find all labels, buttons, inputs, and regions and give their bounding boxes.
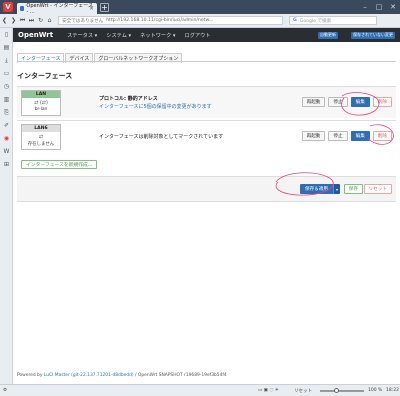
search-field[interactable]: G Google で検索 [289,16,377,25]
reload-icon[interactable]: ↻ [36,17,45,24]
url-text: http://192.168.10.11/cgi-bin/luci/admin/… [106,18,214,23]
maximize-icon[interactable]: □ [372,0,386,14]
interface-badge-lan6: LAN6 ⇄ 存在しません [21,124,61,150]
save-apply-button[interactable]: 保存＆適用 [300,184,333,194]
chevron-down-icon[interactable]: ▾ [333,184,340,194]
interface-protocol: プロトコル: 静的アドレス [99,96,158,102]
restart-button[interactable]: 再起動 [301,97,326,107]
interface-info: インターフェースは削除対象としてマークされています [99,133,223,140]
bookmarks-icon[interactable]: ▯ [0,28,13,41]
status-icons: ▭ ▣ ◌ ☀ [258,388,279,393]
url-security-label: 安全ではありません [62,18,104,24]
google-icon: G [293,18,297,23]
browser-sidebar: ▯ ▤ ⤓ ▭ ◷ ▥ ⎘ ✐ ◉ W ⊞ [0,28,13,384]
menu-logout[interactable]: ログアウト [185,32,211,39]
interface-device: br-lan [34,107,48,112]
add-interface-button[interactable]: インターフェースを新規作成... [21,160,98,169]
page-title: インターフェース [17,72,73,80]
browser-statusbar: ⚙ ▭ ▣ ◌ ☀ リセット 100 % 18:22 [0,384,400,396]
interfaces-table: LAN ⇄ (⇄) br-lan プロトコル: 静的アドレス インターフェースに… [17,86,396,152]
page-footer: Powered by LuCI Master (git-22.137.71201… [17,373,227,378]
new-tab-button[interactable]: + [100,2,109,12]
history-icon[interactable]: ◷ [0,80,13,93]
refresh-badge[interactable]: 自動更新 [318,31,338,39]
close-window-icon[interactable]: ✕ [386,0,400,14]
brand-logo[interactable]: OpenWrt [18,31,53,39]
settings-icon[interactable]: ⚙ [3,388,7,393]
reset-button[interactable]: リセット [363,184,392,194]
zoom-slider[interactable] [320,390,364,392]
edit-button[interactable]: 編集 [350,97,370,107]
menu-network[interactable]: ネットワーク ▾ [140,32,175,39]
footer-prefix: Powered by [17,373,44,378]
edit-button[interactable]: 編集 [350,131,370,141]
network-port-icon: ⇄ [38,134,44,140]
web-panel-icon[interactable]: W [0,145,13,158]
vivaldi-panel-icon[interactable]: ◉ [0,132,13,145]
reset-zoom-label[interactable]: リセット [294,388,312,394]
minimize-icon[interactable]: – [358,0,372,14]
back-icon[interactable]: ❮ [0,17,9,24]
zoom-level: 100 % [368,388,383,393]
footer-version: / OpenWrt SNAPSHOT r19689-19ef3b54f4 [133,373,227,378]
clock: 18:22 [386,388,399,393]
stop-button[interactable]: 停止 [328,97,348,107]
search-placeholder: Google で検索 [299,18,332,24]
window-controls: – □ ✕ [358,0,400,14]
capture-icon[interactable]: ✐ [0,119,13,132]
home-icon[interactable]: ⌂ [45,17,54,24]
restart-button[interactable]: 再起動 [301,131,326,141]
openwrt-header: OpenWrt ステータス ▾ システム ▾ ネットワーク ▾ ログアウト 自動… [13,28,400,42]
first-page-icon[interactable]: ⏮ [18,17,27,25]
marked-for-deletion-text: インターフェースは削除対象としてマークされています [99,134,224,140]
vivaldi-logo-icon[interactable]: V [3,2,13,12]
downloads-icon[interactable]: ⤓ [0,54,13,67]
browser-tab[interactable]: OpenWrt - インターフェース - ... × [17,3,97,15]
interface-name: LAN6 [22,125,60,132]
interface-info: プロトコル: 静的アドレス インターフェースに5個の保留中の変更があります [99,95,212,110]
translate-icon[interactable]: ⎘ [0,106,13,119]
save-apply-group: 保存＆適用 ▾ [300,184,340,194]
network-port-icon: ⇄ (⇄) [34,100,48,106]
browser-titlebar: V OpenWrt - インターフェース - ... × + – □ ✕ [0,0,400,15]
pending-changes-text: インターフェースに5個の保留中の変更があります [99,104,212,110]
tabs-divider [17,61,396,62]
forward-icon[interactable]: ❯ [9,17,18,24]
reading-list-icon[interactable]: ▤ [0,41,13,54]
zoom-slider-thumb[interactable] [334,388,339,393]
address-toolbar: ❮ ❯ ⏮ ⏭ ↻ ⌂ 安全ではありません http://192.168.10.… [0,14,400,28]
delete-button[interactable]: 削除 [372,131,392,141]
menu-system[interactable]: システム ▾ [106,32,131,39]
stop-button[interactable]: 停止 [328,131,348,141]
window-panel-icon[interactable]: ▥ [0,93,13,106]
page-actions: 保存＆適用 ▾ 保存 リセット [17,176,396,202]
close-tab-icon[interactable]: × [89,5,94,12]
delete-button[interactable]: 削除 [372,97,392,107]
table-row-lan6: LAN6 ⇄ 存在しません インターフェースは削除対象としてマークされています … [17,120,396,152]
page-content: OpenWrt ステータス ▾ システム ▾ ネットワーク ▾ ログアウト 自動… [13,28,400,384]
url-field[interactable]: 安全ではありません http://192.168.10.11/cgi-bin/l… [58,16,283,25]
last-page-icon[interactable]: ⏭ [27,17,36,25]
notes-icon[interactable]: ▭ [0,67,13,80]
interface-badge-lan: LAN ⇄ (⇄) br-lan [21,90,61,116]
menu-status[interactable]: ステータス ▾ [67,32,97,39]
interface-name: LAN [22,91,60,98]
favicon-icon [20,6,25,11]
interface-device: 存在しません [27,142,55,147]
row-actions: 再起動 停止 編集 削除 [299,131,392,141]
save-button[interactable]: 保存 [343,184,363,194]
unsaved-changes-badge[interactable]: 保存されていない変更 [351,31,395,39]
add-panel-icon[interactable]: ⊞ [0,158,13,171]
row-actions: 再起動 停止 編集 削除 [299,97,392,107]
luci-link[interactable]: LuCI Master (git-22.137.71201-d8dbedd) [44,373,134,378]
table-row-lan: LAN ⇄ (⇄) br-lan プロトコル: 静的アドレス インターフェースに… [17,86,396,118]
